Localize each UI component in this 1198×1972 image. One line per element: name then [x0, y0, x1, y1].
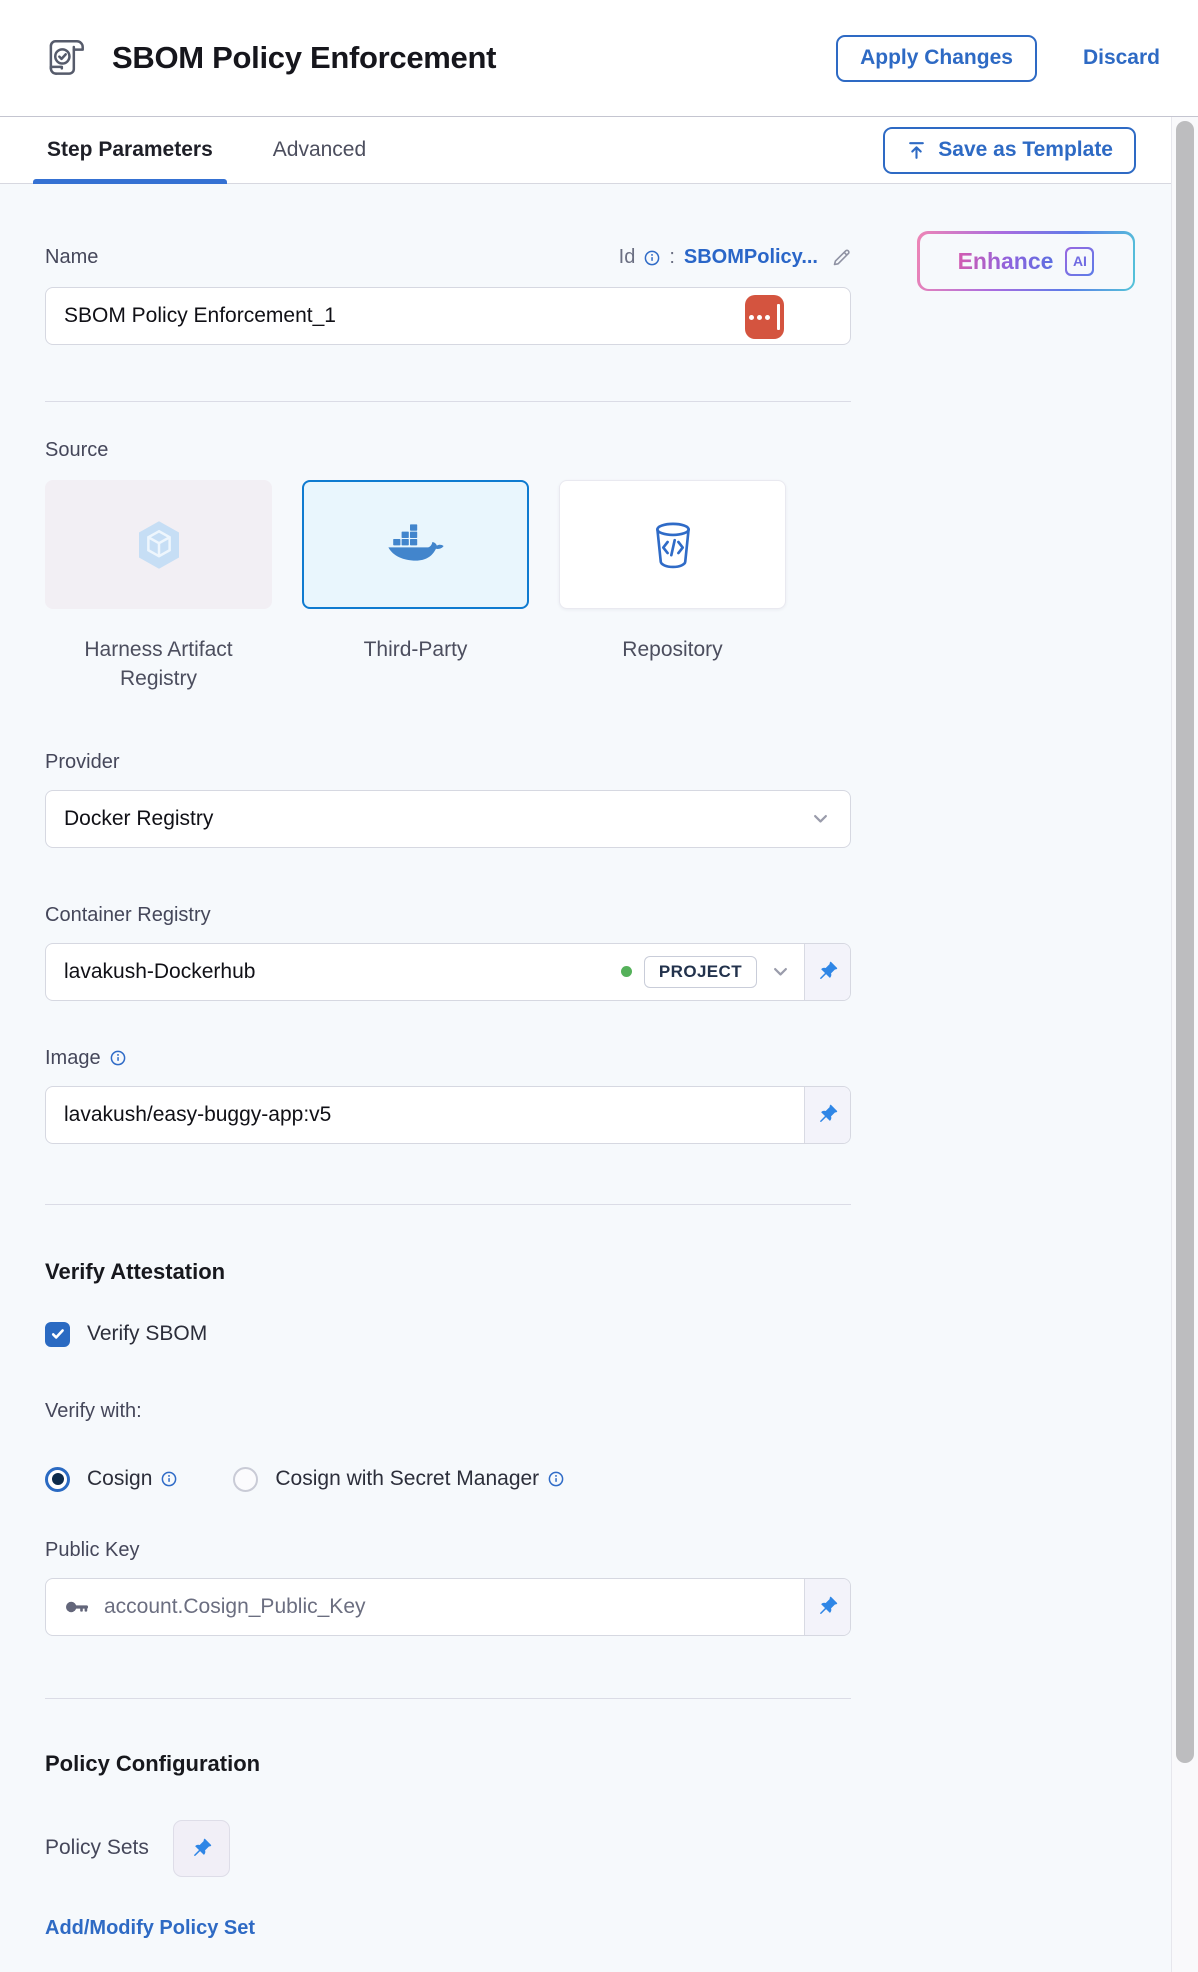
discard-button[interactable]: Discard [1083, 46, 1160, 70]
policy-configuration-heading: Policy Configuration [45, 1751, 851, 1777]
verify-sbom-checkbox-row[interactable]: Verify SBOM [45, 1322, 851, 1347]
add-modify-policy-set-link[interactable]: Add/Modify Policy Set [45, 1917, 851, 1940]
runtime-input-pin-button[interactable] [804, 1579, 850, 1635]
tab-advanced[interactable]: Advanced [259, 117, 380, 183]
upload-icon [906, 140, 927, 161]
vertical-scrollbar[interactable] [1171, 117, 1198, 1972]
provider-select[interactable]: Docker Registry [45, 790, 851, 848]
scrollbar-thumb[interactable] [1176, 121, 1194, 1763]
name-value: SBOM Policy Enforcement_1 [64, 304, 336, 328]
chevron-down-icon [811, 809, 830, 828]
source-card-third-party[interactable] [302, 480, 529, 609]
harness-artifact-registry-icon [136, 520, 182, 570]
image-value: lavakush/easy-buggy-app:v5 [64, 1103, 331, 1127]
radio-label: Cosign with Secret Manager [275, 1467, 539, 1491]
step-id-group: Id : SBOMPolicy... [619, 246, 851, 269]
provider-label: Provider [45, 751, 851, 774]
page-title: SBOM Policy Enforcement [112, 40, 496, 76]
docker-icon [387, 524, 445, 566]
verify-attestation-heading: Verify Attestation [45, 1259, 851, 1285]
tab-label: Advanced [273, 138, 366, 162]
pin-icon [816, 1595, 839, 1618]
source-card-harness-artifact-registry[interactable] [45, 480, 272, 609]
tab-label: Step Parameters [47, 138, 213, 162]
step-header: SBOM Policy Enforcement Apply Changes Di… [0, 0, 1198, 117]
save-as-template-button[interactable]: Save as Template [883, 127, 1136, 174]
enhance-ai-button[interactable]: Enhance AI [917, 231, 1135, 291]
sbom-policy-step-icon [42, 34, 90, 82]
name-input[interactable]: SBOM Policy Enforcement_1 [45, 287, 851, 345]
checkmark-icon [50, 1326, 66, 1342]
image-label: Image [45, 1047, 101, 1070]
id-separator: : [669, 246, 675, 269]
source-card-repository[interactable] [559, 480, 786, 609]
info-icon[interactable] [644, 250, 660, 266]
policy-sets-label: Policy Sets [45, 1836, 149, 1860]
enhance-label: Enhance [958, 248, 1054, 275]
radio-cosign[interactable] [45, 1467, 70, 1492]
step-id-value[interactable]: SBOMPolicy... [684, 246, 818, 269]
tab-step-parameters[interactable]: Step Parameters [33, 117, 227, 183]
verify-sbom-label: Verify SBOM [87, 1322, 207, 1346]
source-card-label: Repository [622, 636, 722, 665]
public-key-label: Public Key [45, 1539, 851, 1562]
key-icon [64, 1594, 90, 1620]
chevron-down-icon [771, 962, 790, 981]
pin-icon [190, 1837, 213, 1860]
pin-icon [816, 960, 839, 983]
info-icon[interactable] [548, 1471, 564, 1487]
provider-value: Docker Registry [64, 807, 213, 831]
info-icon[interactable] [110, 1050, 126, 1066]
ellipsis-menu-badge[interactable] [745, 295, 784, 339]
step-parameters-panel: Enhance AI Name Id : SBOMPolicy... SBOM … [0, 184, 1198, 1972]
tab-bar: Step Parameters Advanced Save as Templat… [0, 117, 1198, 184]
verify-with-radio-group: Cosign Cosign with Secret Manager [45, 1467, 851, 1492]
runtime-input-pin-button[interactable] [804, 944, 850, 1000]
source-card-label: Harness Artifact Registry [45, 636, 272, 694]
pin-icon [816, 1103, 839, 1126]
edit-id-icon[interactable] [831, 248, 851, 268]
connector-status-dot [621, 966, 632, 977]
id-label: Id [619, 246, 636, 269]
source-card-group: Harness Artifact Registry [45, 480, 851, 694]
section-divider [45, 401, 851, 402]
radio-label: Cosign [87, 1467, 152, 1491]
name-label: Name [45, 246, 98, 269]
runtime-input-pin-button[interactable] [804, 1087, 850, 1143]
container-registry-select[interactable]: lavakush-Dockerhub PROJECT [45, 943, 851, 1001]
container-registry-value: lavakush-Dockerhub [64, 960, 255, 984]
ai-badge-icon: AI [1065, 247, 1094, 276]
policy-sets-row: Policy Sets [45, 1820, 851, 1877]
apply-changes-button[interactable]: Apply Changes [836, 35, 1037, 82]
source-label: Source [45, 439, 851, 462]
image-input[interactable]: lavakush/easy-buggy-app:v5 [45, 1086, 851, 1144]
verify-with-label: Verify with: [45, 1400, 851, 1423]
source-card-label: Third-Party [364, 636, 468, 665]
text-caret [777, 304, 780, 330]
section-divider [45, 1204, 851, 1205]
radio-cosign-with-secret-manager[interactable] [233, 1467, 258, 1492]
public-key-value: account.Cosign_Public_Key [104, 1595, 366, 1619]
info-icon[interactable] [161, 1471, 177, 1487]
repository-icon [651, 521, 695, 569]
verify-sbom-checkbox[interactable] [45, 1322, 70, 1347]
policy-sets-pin-button[interactable] [173, 1820, 230, 1877]
section-divider [45, 1698, 851, 1699]
container-registry-label: Container Registry [45, 904, 851, 927]
public-key-input[interactable]: account.Cosign_Public_Key [45, 1578, 851, 1636]
scope-badge: PROJECT [644, 956, 757, 988]
